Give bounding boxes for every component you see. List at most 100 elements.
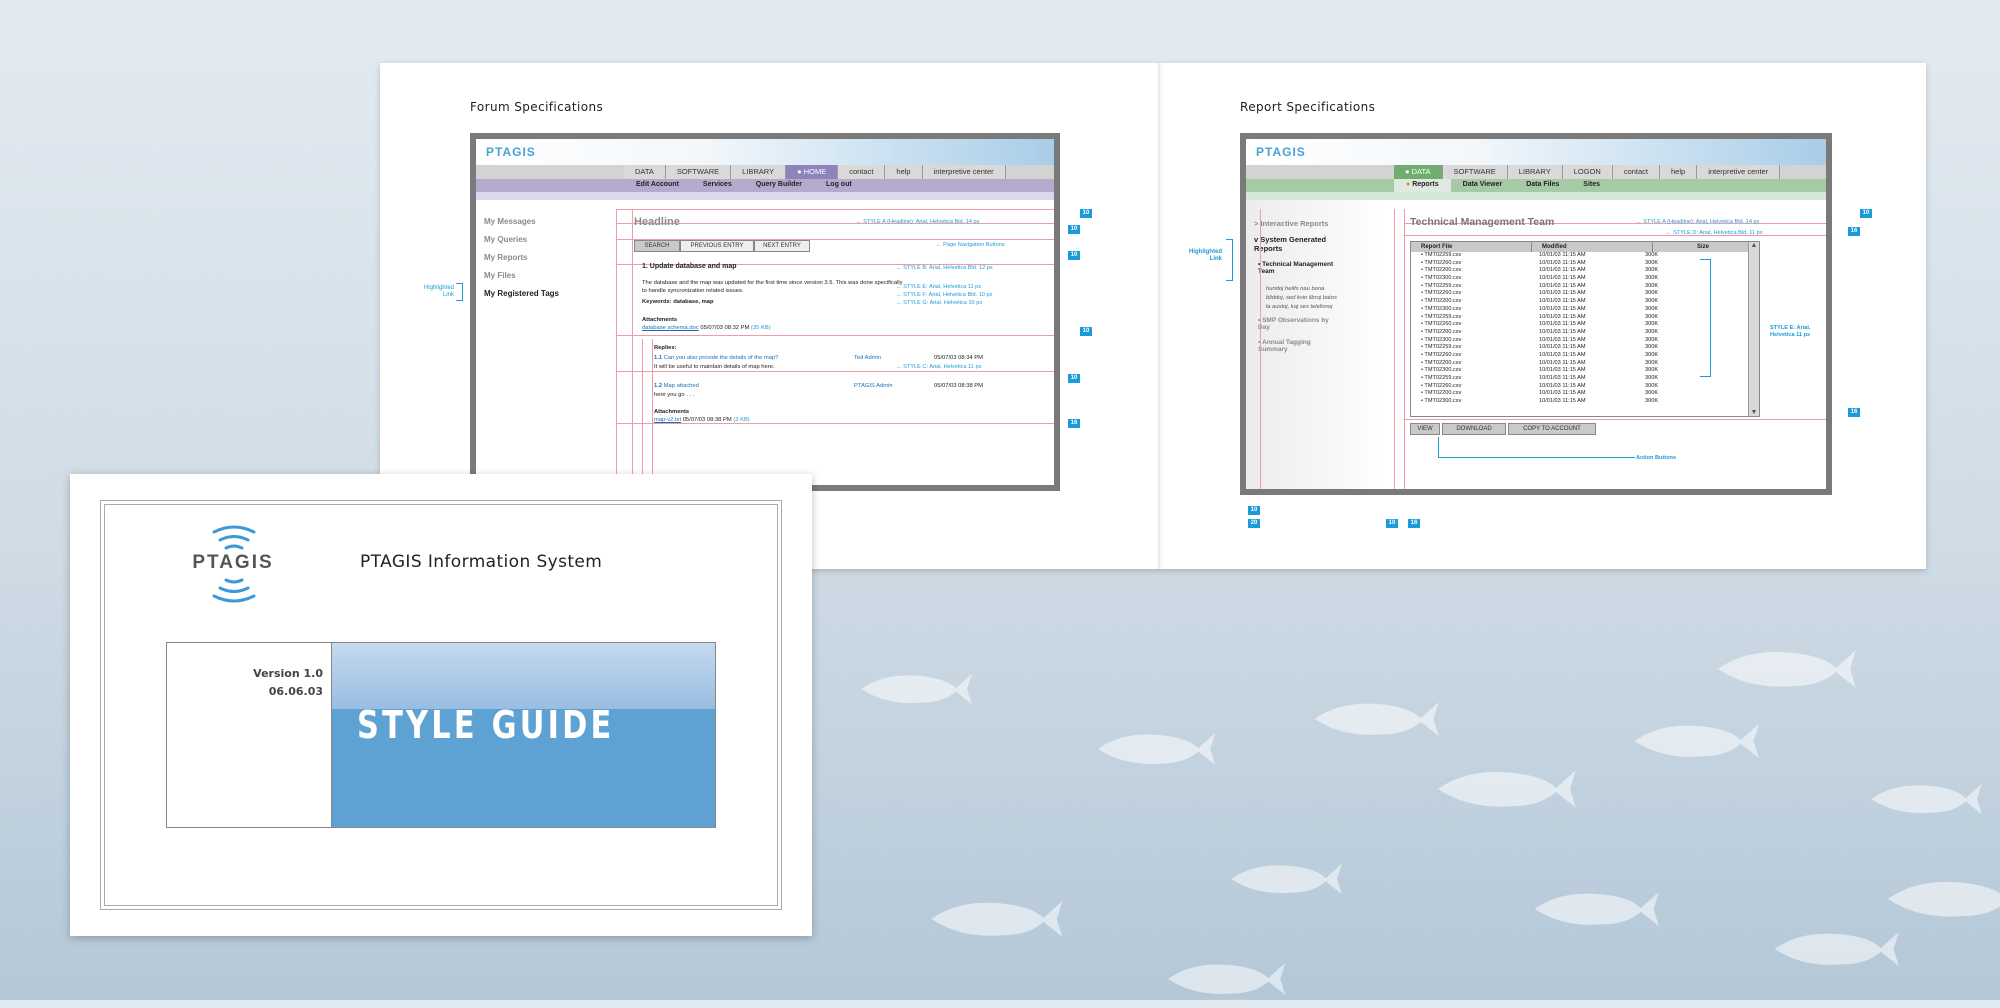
table-row[interactable]: • TMT02260.csv 10/01/03 11:15 AM 300K <box>1411 383 1749 391</box>
nav-item-contact[interactable]: contact <box>838 165 886 179</box>
report-section-title: Report Specifications <box>1240 100 1376 114</box>
nav-item-library[interactable]: LIBRARY <box>731 165 787 179</box>
nav-item-help[interactable]: help <box>1660 165 1698 179</box>
cell-report-file[interactable]: • TMT02300.csv <box>1411 275 1539 283</box>
note-style-g: ← STYLE G: Arial, Helvetica 10 px <box>896 300 983 306</box>
cell-report-file[interactable]: • TMT02259.csv <box>1411 283 1539 291</box>
spacing-marker: 10 <box>1080 327 1092 336</box>
attachment-1-link[interactable]: database schema.doc <box>642 325 699 331</box>
subnav-services[interactable]: Services <box>691 179 744 192</box>
cell-report-file[interactable]: • TMT02259.csv <box>1411 252 1539 260</box>
sidebar-my-reports[interactable]: My Reports <box>484 253 528 262</box>
cell-report-file[interactable]: • TMT02259.csv <box>1411 314 1539 322</box>
table-row[interactable]: • TMT02259.csv 10/01/03 11:15 AM 300K <box>1411 283 1749 291</box>
next-entry-button[interactable]: NEXT ENTRY <box>754 240 810 252</box>
sidebar-my-messages[interactable]: My Messages <box>484 217 536 226</box>
attachment-2: map-v2.txt 05/07/03 08:38 PM (3 KB) <box>654 417 750 423</box>
attachment-2-link[interactable]: map-v2.txt <box>654 417 681 423</box>
cell-report-file[interactable]: • TMT02300.csv <box>1411 398 1539 406</box>
cell-report-file[interactable]: • TMT02200.csv <box>1411 329 1539 337</box>
nav-item-interpretive-center[interactable]: interpretive center <box>1697 165 1781 179</box>
sidebar-system-generated-reports[interactable]: v System Generated Reports <box>1254 235 1344 253</box>
sidebar-my-files[interactable]: My Files <box>484 271 516 280</box>
subnav-data-files[interactable]: Data Files <box>1514 179 1571 192</box>
table-row[interactable]: • TMT02200.csv 10/01/03 11:15 AM 300K <box>1411 267 1749 275</box>
table-row[interactable]: • TMT02300.csv 10/01/03 11:15 AM 300K <box>1411 398 1749 406</box>
subnav-reports[interactable]: ● Reports <box>1394 179 1451 192</box>
table-scrollbar[interactable]: ▲ ▼ <box>1748 242 1759 416</box>
reply-2-author: PTAGIS Admin <box>854 383 893 389</box>
cell-report-file[interactable]: • TMT02300.csv <box>1411 306 1539 314</box>
nav-item-data[interactable]: DATA <box>624 165 666 179</box>
download-button[interactable]: DOWNLOAD <box>1442 423 1506 435</box>
cell-report-file[interactable]: • TMT02200.csv <box>1411 267 1539 275</box>
nav-item-software[interactable]: SOFTWARE <box>1442 165 1508 179</box>
cell-report-file[interactable]: • TMT02200.csv <box>1411 390 1539 398</box>
nav-item-logon[interactable]: LOGON <box>1562 165 1613 179</box>
col-modified[interactable]: Modified <box>1532 242 1653 252</box>
table-row[interactable]: • TMT02259.csv 10/01/03 11:15 AM 300K <box>1411 344 1749 352</box>
sidebar-annual-tagging[interactable]: • Annual Tagging Summary <box>1258 339 1338 353</box>
table-row[interactable]: • TMT02300.csv 10/01/03 11:15 AM 300K <box>1411 367 1749 375</box>
reply-2-title[interactable]: 1.2 Map attached <box>654 383 699 389</box>
nav-item-contact[interactable]: contact <box>1612 165 1660 179</box>
reply-attachments-label: Attachments <box>654 409 690 415</box>
table-row[interactable]: • TMT02200.csv 10/01/03 11:15 AM 300K <box>1411 329 1749 337</box>
col-report-file[interactable]: Report File <box>1411 242 1532 252</box>
table-row[interactable]: • TMT02200.csv 10/01/03 11:15 AM 300K <box>1411 298 1749 306</box>
subnav-data-viewer[interactable]: Data Viewer <box>1451 179 1515 192</box>
table-row[interactable]: • TMT02300.csv 10/01/03 11:15 AM 300K <box>1411 337 1749 345</box>
cell-report-file[interactable]: • TMT02260.csv <box>1411 260 1539 268</box>
spacing-marker: 16 <box>1848 408 1860 417</box>
subnav-log-out[interactable]: Log out <box>814 179 864 192</box>
nav-item-software[interactable]: SOFTWARE <box>665 165 732 179</box>
nav-item-library[interactable]: LIBRARY <box>1507 165 1563 179</box>
sidebar-my-queries[interactable]: My Queries <box>484 235 527 244</box>
table-row[interactable]: • TMT02300.csv 10/01/03 11:15 AM 300K <box>1411 306 1749 314</box>
cell-report-file[interactable]: • TMT02260.csv <box>1411 383 1539 391</box>
table-row[interactable]: • TMT02260.csv 10/01/03 11:15 AM 300K <box>1411 290 1749 298</box>
previous-entry-button[interactable]: PREVIOUS ENTRY <box>680 240 754 252</box>
cell-report-file[interactable]: • TMT02260.csv <box>1411 290 1539 298</box>
sidebar-my-registered-tags[interactable]: My Registered Tags <box>484 289 559 298</box>
table-row[interactable]: • TMT02259.csv 10/01/03 11:15 AM 300K <box>1411 252 1749 260</box>
sidebar-tmt[interactable]: • Technical Management Team <box>1258 261 1346 275</box>
cell-size: 300K <box>1645 390 1659 397</box>
table-row[interactable]: • TMT02200.csv 10/01/03 11:15 AM 300K <box>1411 360 1749 368</box>
table-row[interactable]: • TMT02300.csv 10/01/03 11:15 AM 300K <box>1411 275 1749 283</box>
cell-report-file[interactable]: • TMT02260.csv <box>1411 321 1539 329</box>
nav-item-interpretive-center[interactable]: interpretive center <box>922 165 1006 179</box>
reply-1-title[interactable]: 1.1 Can you also provide the details of … <box>654 355 778 361</box>
nav-item-home[interactable]: ● HOME <box>786 165 839 179</box>
nav-item-data[interactable]: ● DATA <box>1394 165 1443 179</box>
table-row[interactable]: • TMT02260.csv 10/01/03 11:15 AM 300K <box>1411 321 1749 329</box>
table-row[interactable]: • TMT02260.csv 10/01/03 11:15 AM 300K <box>1411 260 1749 268</box>
col-size[interactable]: Size <box>1653 242 1759 252</box>
search-button[interactable]: SEARCH <box>634 240 680 252</box>
cell-size: 300K <box>1645 367 1659 374</box>
subnav-sites[interactable]: Sites <box>1571 179 1612 192</box>
cell-report-file[interactable]: • TMT02300.csv <box>1411 367 1539 375</box>
cell-report-file[interactable]: • TMT02259.csv <box>1411 375 1539 383</box>
cell-report-file[interactable]: • TMT02200.csv <box>1411 298 1539 306</box>
cell-report-file[interactable]: • TMT02259.csv <box>1411 344 1539 352</box>
sidebar-smp-observations[interactable]: • SMP Observations by Day <box>1258 317 1338 331</box>
table-row[interactable]: • TMT02200.csv 10/01/03 11:15 AM 300K <box>1411 390 1749 398</box>
table-row[interactable]: • TMT02260.csv 10/01/03 11:15 AM 300K <box>1411 352 1749 360</box>
cell-size: 300K <box>1645 344 1659 351</box>
subnav-edit-account[interactable]: Edit Account <box>624 179 691 192</box>
cell-report-file[interactable]: • TMT02300.csv <box>1411 337 1539 345</box>
sidebar-interactive-reports[interactable]: > Interactive Reports <box>1254 219 1328 228</box>
cell-modified: 10/01/03 11:15 AM <box>1539 321 1586 328</box>
cell-report-file[interactable]: • TMT02260.csv <box>1411 352 1539 360</box>
table-row[interactable]: • TMT02259.csv 10/01/03 11:15 AM 300K <box>1411 375 1749 383</box>
subnav-query-builder[interactable]: Query Builder <box>744 179 814 192</box>
copy-to-account-button[interactable]: COPY TO ACCOUNT <box>1508 423 1596 435</box>
view-button[interactable]: VIEW <box>1410 423 1440 435</box>
guide-line <box>632 209 633 485</box>
nav-item-help[interactable]: help <box>885 165 923 179</box>
scroll-down-icon[interactable]: ▼ <box>1749 409 1759 416</box>
table-row[interactable]: • TMT02259.csv 10/01/03 11:15 AM 300K <box>1411 314 1749 322</box>
cell-report-file[interactable]: • TMT02200.csv <box>1411 360 1539 368</box>
scroll-up-icon[interactable]: ▲ <box>1749 242 1759 249</box>
